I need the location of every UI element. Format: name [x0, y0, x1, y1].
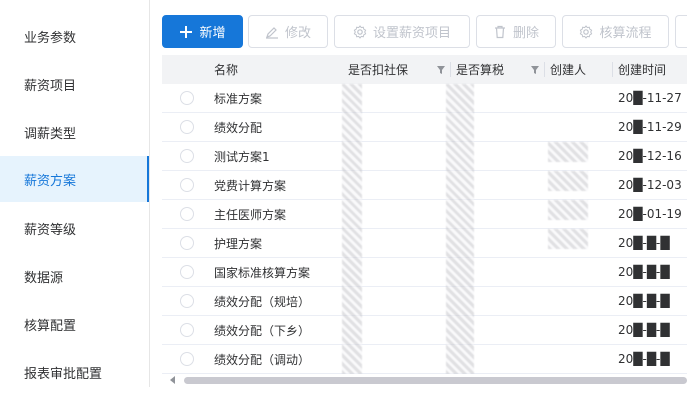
column-name-label: 名称: [214, 63, 239, 77]
table-row[interactable]: 绩效分配（下乡） 20█-█-█: [162, 316, 687, 345]
calc-flow-label: 核算流程: [599, 26, 652, 41]
table-row[interactable]: 绩效分配（规培） 20█-█-█: [162, 287, 687, 316]
filter-icon: [531, 65, 539, 74]
sidebar: 业务参数 薪资项目 调薪类型 薪资方案 薪资等级 数据源 核算配置 报表审批配置: [0, 0, 150, 387]
set-salary-items-label: 设置薪资项目: [372, 26, 451, 41]
sidebar-item-label: 报表审批配置: [24, 366, 103, 382]
row-radio[interactable]: [180, 265, 194, 279]
cell-name: 绩效分配（调动）: [214, 352, 311, 367]
plus-icon: [179, 25, 193, 39]
table-row[interactable]: 标准方案 20█-11-27: [162, 84, 687, 113]
sidebar-item-label: 薪资方案: [24, 173, 77, 189]
edit-button[interactable]: 修改: [248, 15, 328, 48]
cell-name: 党费计算方案: [214, 178, 287, 193]
row-radio[interactable]: [180, 294, 194, 308]
delete-button[interactable]: 删除: [476, 15, 556, 48]
row-radio[interactable]: [180, 207, 194, 221]
horizontal-scrollbar[interactable]: [162, 374, 687, 387]
cell-created-time: 20█-█-█: [618, 352, 670, 366]
sidebar-item-label: 调薪类型: [24, 126, 77, 142]
table-row[interactable]: 党费计算方案 20█-12-03: [162, 171, 687, 200]
cell-created-time: 20█-11-27: [618, 91, 682, 105]
table-row[interactable]: 绩效分配 20█-11-29: [162, 113, 687, 142]
edit-button-label: 修改: [284, 26, 311, 41]
row-radio[interactable]: [180, 91, 194, 105]
cell-name: 测试方案1: [214, 149, 270, 164]
redacted-creator: [548, 229, 588, 249]
cell-name: 绩效分配（下乡）: [214, 323, 311, 338]
cell-name: 绩效分配（规培）: [214, 294, 311, 309]
column-created-time-label: 创建时间: [618, 63, 667, 77]
filter-icon: [437, 65, 445, 74]
sidebar-item-label: 数据源: [24, 270, 64, 286]
column-header-created-time: 创建时间: [618, 55, 666, 84]
row-radio[interactable]: [180, 178, 194, 192]
cell-name: 绩效分配: [214, 120, 263, 135]
redacted-tax-column: [446, 84, 474, 374]
cell-created-time: 20█-12-16: [618, 149, 682, 163]
set-salary-items-button[interactable]: 设置薪资项目: [334, 15, 470, 48]
table-row[interactable]: 国家标准核算方案 20█-█-█: [162, 258, 687, 287]
add-button[interactable]: 新增: [162, 15, 243, 48]
sidebar-item-label: 核算配置: [24, 318, 77, 334]
row-radio[interactable]: [180, 352, 194, 366]
more-button[interactable]: [675, 15, 687, 48]
cell-name: 标准方案: [214, 91, 263, 106]
column-tax-label: 是否算税: [456, 63, 505, 77]
sidebar-item-data-source[interactable]: 数据源: [0, 252, 149, 300]
pencil-icon: [265, 25, 279, 39]
scroll-left-arrow-icon[interactable]: [170, 376, 175, 384]
sidebar-item-business-params[interactable]: 业务参数: [0, 12, 149, 60]
cell-created-time: 20█-█-█: [618, 294, 670, 308]
sidebar-item-salary-plans[interactable]: 薪资方案: [0, 156, 149, 202]
gear-icon: [353, 24, 367, 39]
gear-icon: [579, 24, 593, 39]
trash-icon: [493, 25, 507, 39]
row-radio[interactable]: [180, 236, 194, 250]
column-header-social: 是否扣社保: [348, 55, 408, 84]
table-header: 名称 是否扣社保 是否算税 创建人 创建时间: [162, 55, 687, 84]
cell-name: 护理方案: [214, 236, 263, 251]
cell-name: 主任医师方案: [214, 207, 287, 222]
table-row[interactable]: 测试方案1 20█-12-16: [162, 142, 687, 171]
scroll-thumb[interactable]: [184, 377, 687, 384]
filter-icon-social[interactable]: [436, 55, 446, 84]
redacted-creator: [548, 171, 588, 191]
column-social-label: 是否扣社保: [348, 63, 409, 77]
row-radio[interactable]: [180, 323, 194, 337]
table-row[interactable]: 主任医师方案 20█-01-19: [162, 200, 687, 229]
table-row[interactable]: 护理方案 20█-█-█: [162, 229, 687, 258]
cell-created-time: 20█-12-03: [618, 178, 682, 192]
filter-icon-tax[interactable]: [530, 55, 540, 84]
column-header-name: 名称: [214, 55, 238, 84]
row-radio[interactable]: [180, 149, 194, 163]
redacted-creator: [548, 200, 588, 220]
cell-name: 国家标准核算方案: [214, 265, 311, 280]
sidebar-item-adjust-types[interactable]: 调薪类型: [0, 108, 149, 156]
sidebar-item-report-approval[interactable]: 报表审批配置: [0, 348, 149, 396]
sidebar-item-label: 业务参数: [24, 30, 77, 46]
table-row[interactable]: 绩效分配（调动） 20█-█-█: [162, 345, 687, 374]
sidebar-item-calc-config[interactable]: 核算配置: [0, 300, 149, 348]
cell-created-time: 20█-█-█: [618, 265, 670, 279]
sidebar-item-label: 薪资项目: [24, 78, 77, 94]
cell-created-time: 20█-11-29: [618, 120, 682, 134]
row-radio[interactable]: [180, 120, 194, 134]
sidebar-item-salary-items[interactable]: 薪资项目: [0, 60, 149, 108]
add-button-label: 新增: [199, 26, 226, 41]
column-creator-label: 创建人: [550, 63, 587, 77]
cell-created-time: 20█-01-19: [618, 207, 682, 221]
cell-created-time: 20█-█-█: [618, 323, 670, 337]
column-header-tax: 是否算税: [456, 55, 504, 84]
sidebar-item-label: 薪资等级: [24, 222, 77, 238]
cell-created-time: 20█-█-█: [618, 236, 670, 250]
column-header-creator: 创建人: [550, 55, 586, 84]
redacted-creator: [548, 142, 588, 162]
redacted-social-column: [342, 84, 362, 374]
sidebar-item-salary-grades[interactable]: 薪资等级: [0, 204, 149, 252]
calc-flow-button[interactable]: 核算流程: [562, 15, 669, 48]
delete-button-label: 删除: [512, 26, 539, 41]
